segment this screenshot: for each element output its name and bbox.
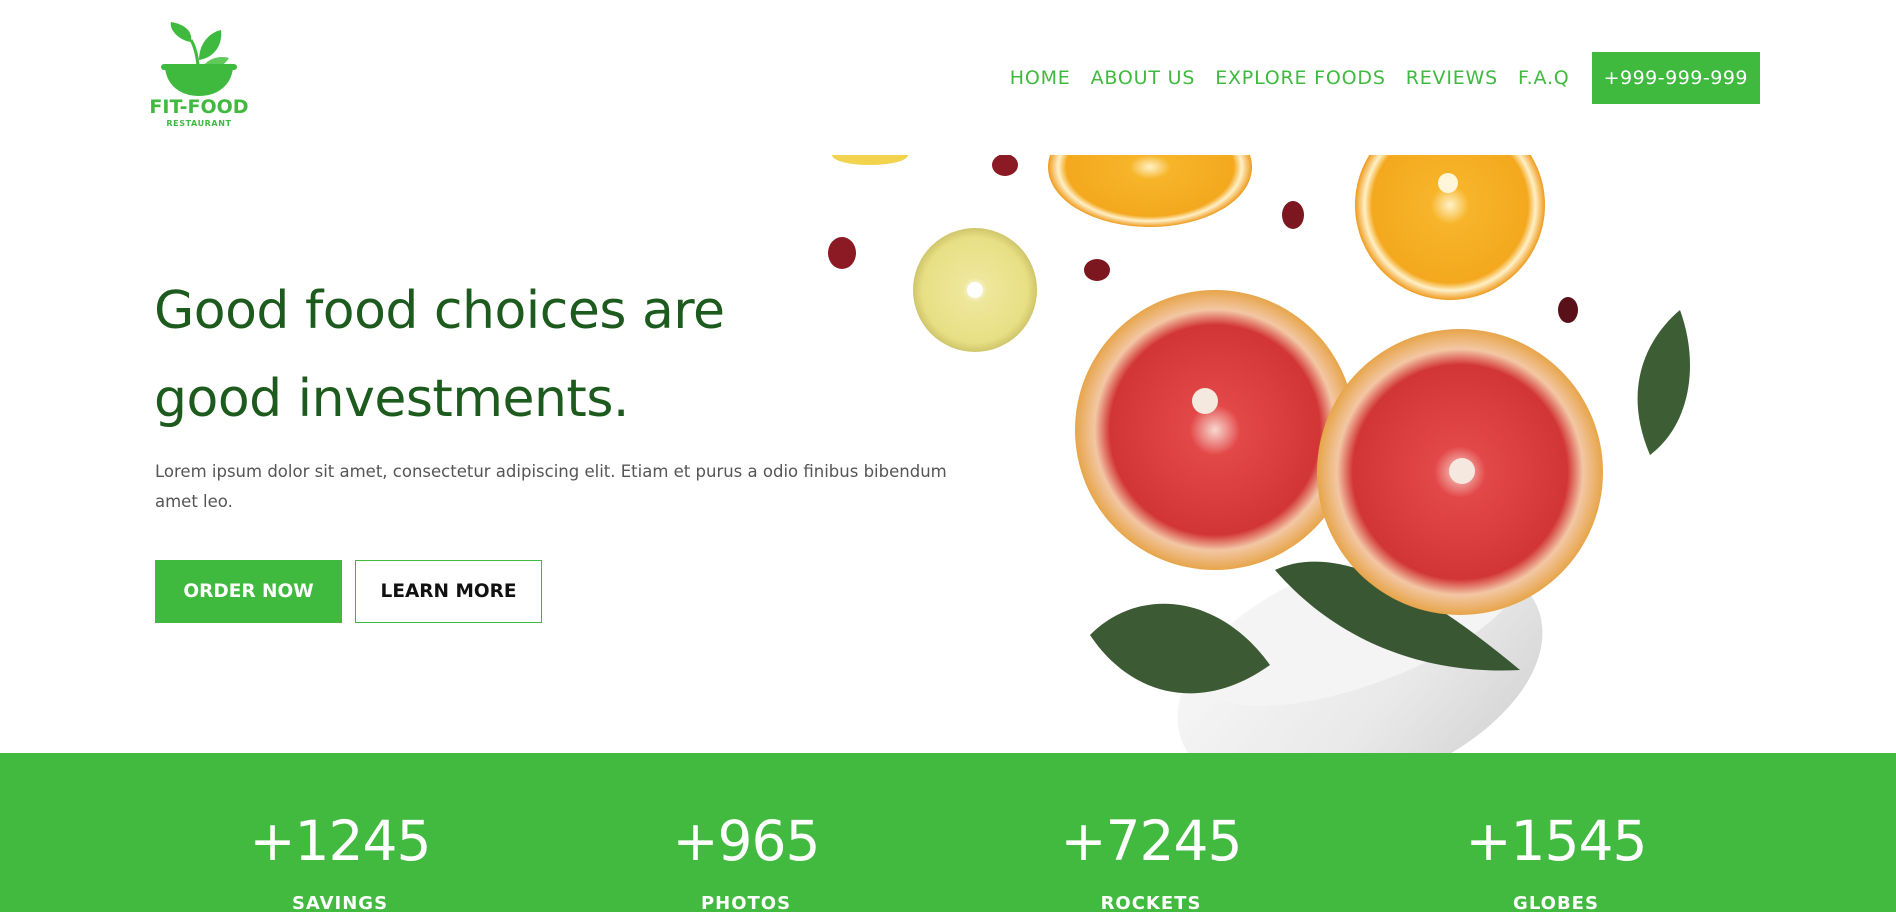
site-header: FIT-FOOD RESTAURANT HOME ABOUT US EXPLOR…	[0, 0, 1896, 155]
stats-bar: +1245 SAVINGS +965 PHOTOS +7245 ROCKETS …	[0, 753, 1896, 912]
stat-label: SAVINGS	[291, 893, 389, 912]
grapefruit-left	[1075, 290, 1355, 570]
orange-slice-top	[1048, 155, 1252, 227]
brand-tagline: RESTAURANT	[166, 119, 232, 128]
nav-about-us[interactable]: ABOUT US	[1091, 52, 1196, 104]
nav-explore-foods[interactable]: EXPLORE FOODS	[1215, 52, 1386, 104]
stat-label: GLOBES	[1513, 893, 1599, 912]
stat-value: +7245	[1060, 809, 1242, 873]
phone-button[interactable]: +999-999-999	[1591, 52, 1760, 104]
main-nav: HOME ABOUT US EXPLORE FOODS REVIEWS F.A.…	[1010, 52, 1760, 104]
stat-value: +965	[672, 809, 820, 873]
fruit-illustration	[828, 155, 1690, 753]
leaf-right	[1637, 310, 1690, 455]
hero-section: Good food choices are good investments. …	[0, 155, 1896, 753]
order-now-button[interactable]: ORDER NOW	[155, 560, 342, 623]
hero-description-line-2: amet leo.	[155, 492, 233, 511]
logo[interactable]: FIT-FOOD RESTAURANT	[146, 20, 252, 132]
leaf-bowl-icon	[161, 22, 237, 96]
pomegranate-seed	[828, 237, 856, 269]
learn-more-button[interactable]: LEARN MORE	[355, 560, 542, 623]
stat-label: ROCKETS	[1100, 893, 1202, 912]
hero-title-line-1: Good food choices are	[154, 281, 725, 341]
brand-name: FIT-FOOD	[149, 96, 249, 118]
stat-value: +1545	[1465, 809, 1647, 873]
stat-label: PHOTOS	[700, 893, 792, 912]
stat-value: +1245	[249, 809, 431, 873]
hero-title-line-2: good investments.	[154, 369, 629, 429]
nav-reviews[interactable]: REVIEWS	[1406, 52, 1498, 104]
nav-faq[interactable]: F.A.Q	[1518, 52, 1570, 104]
nav-home[interactable]: HOME	[1010, 52, 1071, 104]
